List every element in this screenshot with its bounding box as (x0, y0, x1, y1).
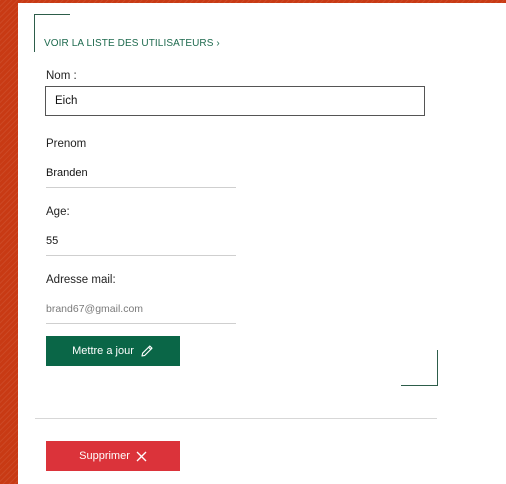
nom-input[interactable] (45, 86, 425, 116)
nom-label: Nom : (46, 70, 77, 82)
age-label: Age: (46, 206, 70, 218)
prenom-label: Prenom (46, 138, 87, 150)
delete-button[interactable]: Supprimer (46, 441, 180, 471)
section-divider (35, 418, 437, 419)
age-field[interactable]: 55 (46, 235, 58, 247)
prenom-underline (46, 187, 236, 188)
age-underline (46, 255, 236, 256)
prenom-field[interactable]: Branden (46, 167, 88, 179)
email-field[interactable]: brand67@gmail.com (46, 303, 143, 315)
edit-user-card (18, 3, 506, 484)
pencil-icon (140, 344, 154, 358)
back-to-user-list-link[interactable]: VOIR LA LISTE DES UTILISATEURS › (44, 38, 220, 49)
delete-button-label: Supprimer (79, 450, 130, 462)
email-label: Adresse mail: (46, 274, 116, 286)
close-icon (136, 451, 147, 462)
update-button-label: Mettre a jour (72, 345, 134, 357)
email-underline (46, 323, 236, 324)
update-button[interactable]: Mettre a jour (46, 336, 180, 366)
corner-decoration-bottom-right (401, 350, 438, 386)
